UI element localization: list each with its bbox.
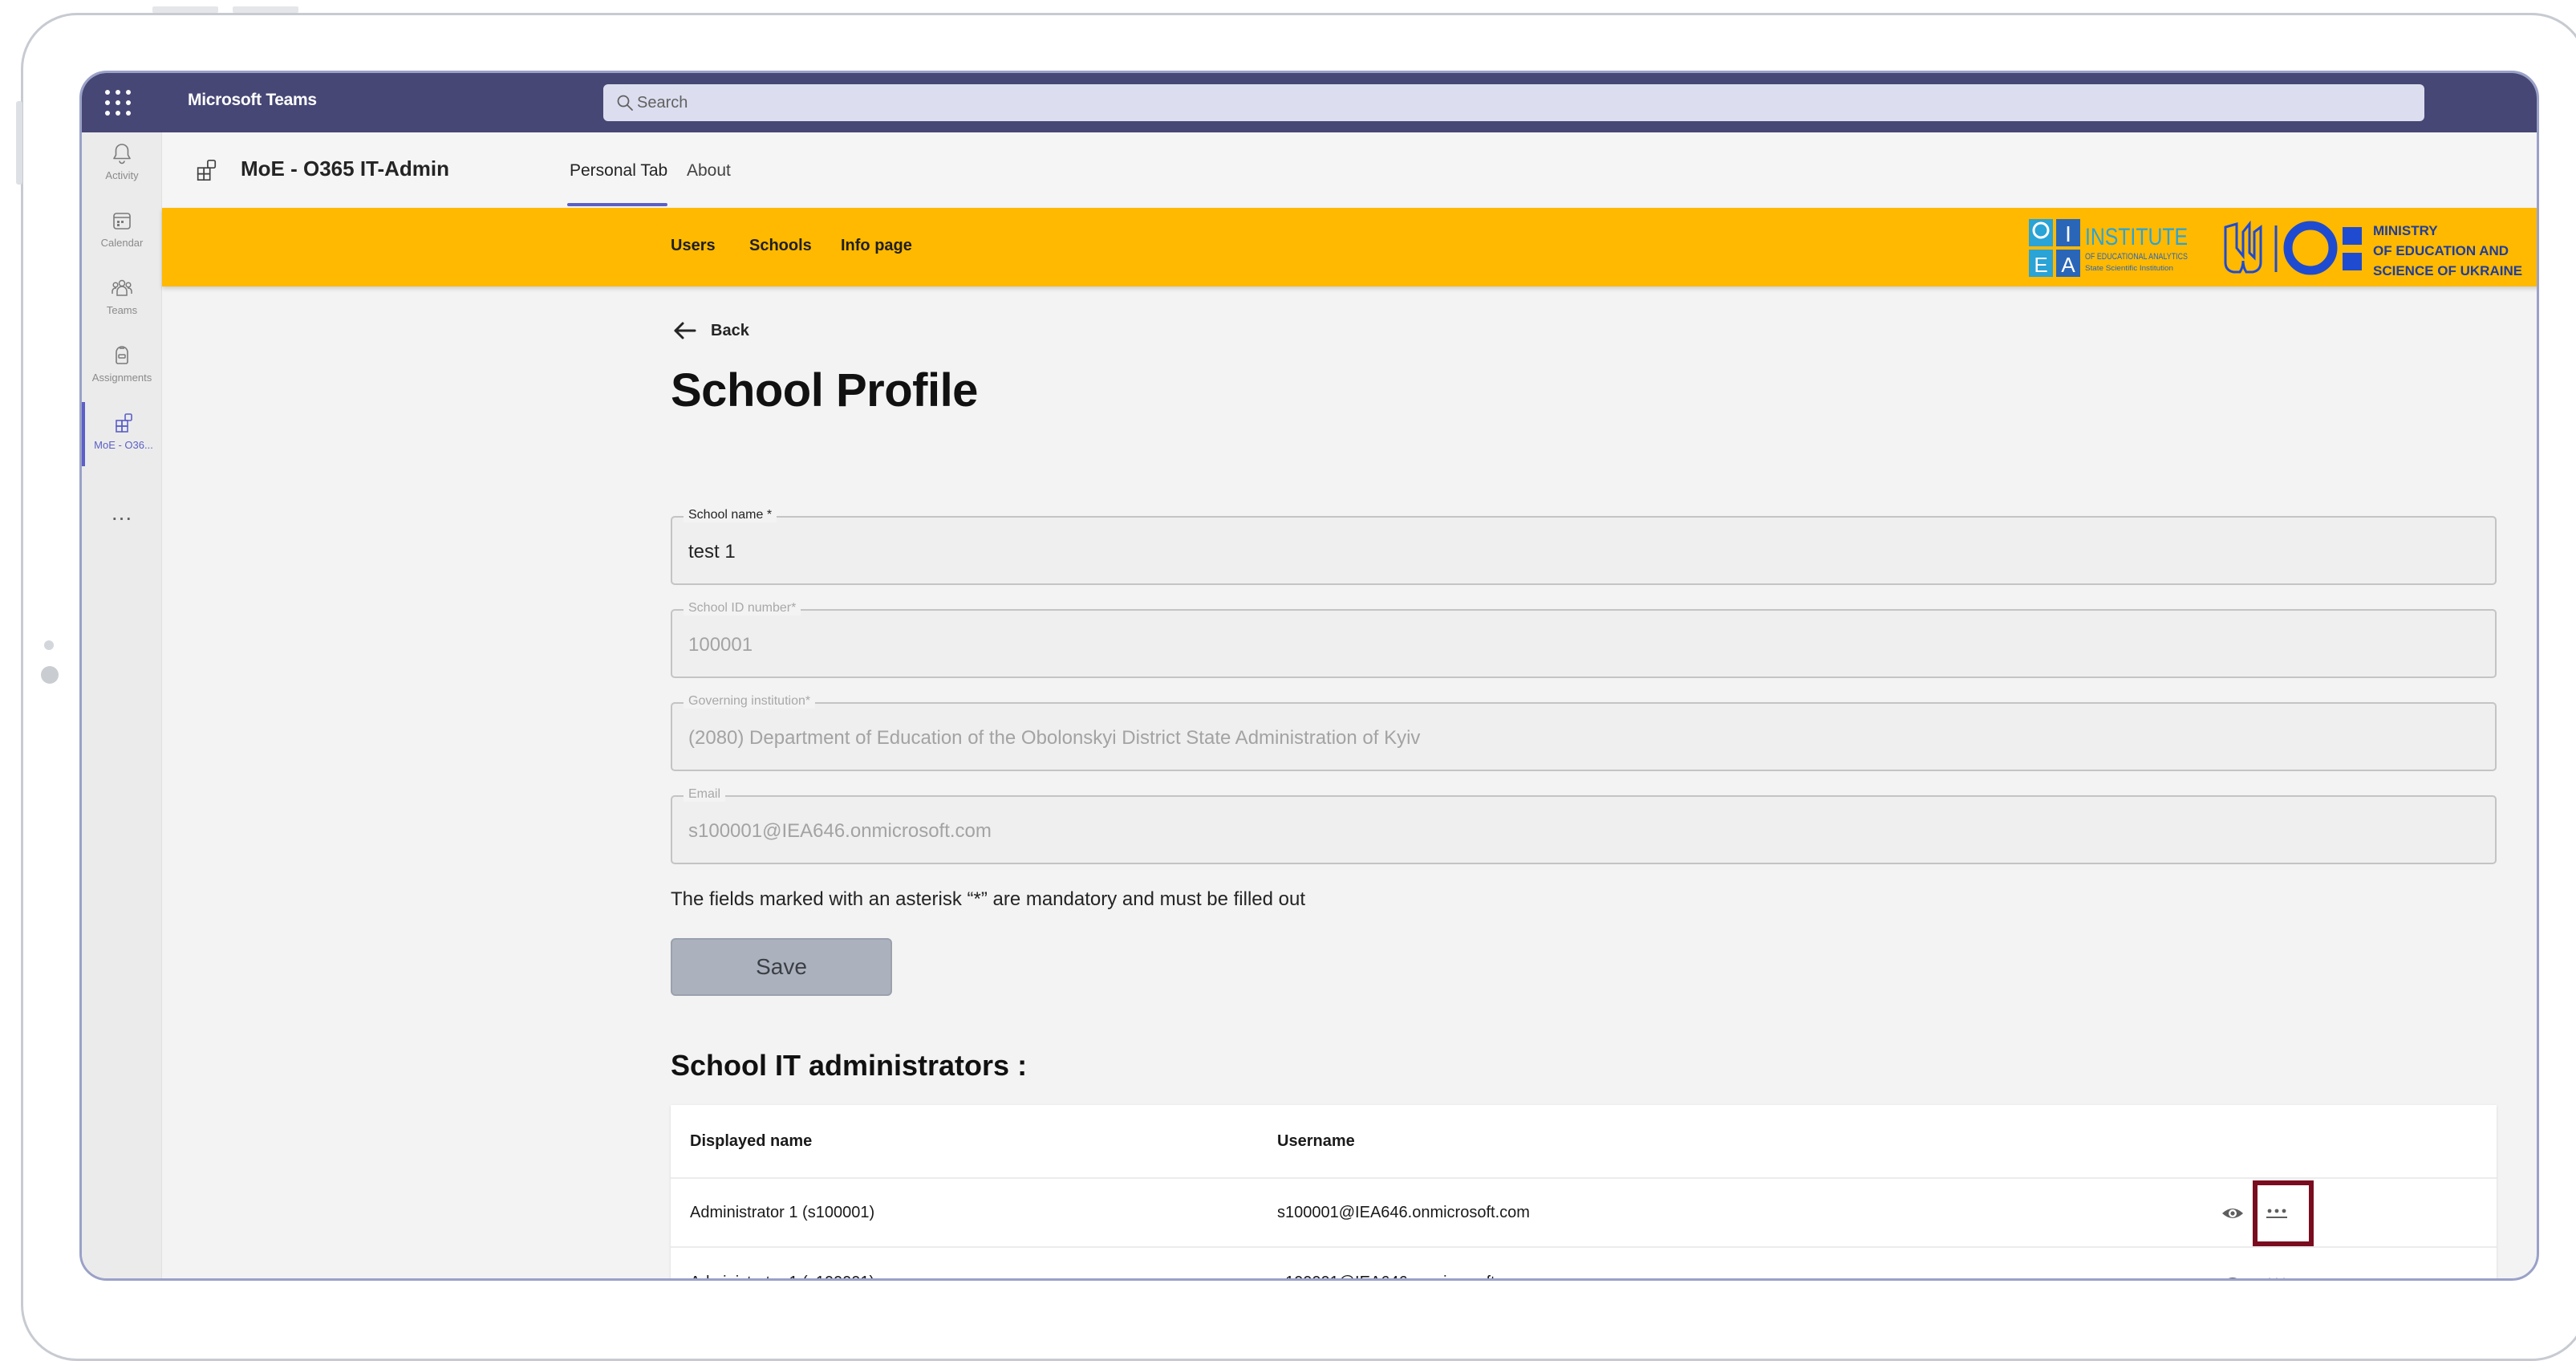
- email-field: Email: [671, 787, 2497, 864]
- rail-item-moe-app[interactable]: MoE - O36...: [82, 402, 162, 466]
- device-side-button: [16, 101, 22, 185]
- field-label: Email: [684, 787, 726, 802]
- search-box[interactable]: [603, 84, 2424, 121]
- teams-window: Microsoft Teams Activity Calendar Teams …: [79, 71, 2539, 1281]
- left-rail: Activity Calendar Teams Assignments MoE …: [82, 132, 162, 1278]
- admin-username: s100001@IEA646.onmicrosoft.com: [1277, 1203, 1530, 1221]
- school-name-input[interactable]: [688, 538, 2453, 566]
- teams-icon: [112, 279, 132, 296]
- teams-top-bar: Microsoft Teams: [82, 73, 2537, 132]
- admins-section-title: School IT administrators :: [671, 1049, 1028, 1082]
- more-options-icon[interactable]: [2262, 1270, 2291, 1281]
- app-title: MoE - O365 IT-Admin: [241, 156, 450, 181]
- school-id-input: [688, 632, 2453, 659]
- school-id-field: School ID number*: [671, 601, 2497, 678]
- eye-icon[interactable]: [2221, 1202, 2245, 1225]
- back-label: Back: [711, 321, 749, 339]
- highlight-box: [2253, 1180, 2314, 1246]
- ministry-logo: MINISTRY OF EDUCATION AND SCIENCE OF UKR…: [2224, 220, 2522, 278]
- tab-about[interactable]: About: [687, 161, 731, 181]
- device-button: [233, 6, 298, 13]
- tab-personal[interactable]: Personal Tab: [570, 161, 667, 181]
- active-tab-indicator: [567, 203, 667, 206]
- admins-table: Displayed name Username Administrator 1 …: [671, 1105, 2497, 1281]
- ministry-line-1: MINISTRY: [2373, 223, 2438, 238]
- app-grid-icon: [116, 413, 132, 433]
- iea-sub-text-2: State Scientific Institution: [2085, 264, 2173, 272]
- rail-item-assignments[interactable]: Assignments: [82, 335, 162, 399]
- email-input: [688, 818, 2453, 845]
- search-input[interactable]: [637, 84, 2402, 121]
- assignments-icon: [116, 346, 128, 364]
- admin-display-name: Administrator 1 (s100001): [690, 1248, 874, 1279]
- rail-item-teams[interactable]: Teams: [82, 267, 162, 331]
- governing-institution-field: Governing institution*: [671, 694, 2497, 771]
- iea-letter-i: I: [2065, 221, 2071, 246]
- admin-display-name: Administrator 1 (s100001): [690, 1203, 875, 1221]
- admin-username: s100001@IEA646.onmicrosoft.com: [1277, 1248, 1530, 1279]
- iea-letter-a: A: [2061, 253, 2075, 277]
- ministry-line-2: OF EDUCATION AND: [2373, 243, 2509, 258]
- app-grid-icon: [197, 159, 217, 181]
- rail-label: MoE - O36...: [94, 439, 153, 451]
- mandatory-note: The fields marked with an asterisk “*” a…: [671, 888, 1306, 910]
- table-row: Administrator 1 (s100001) s100001@IEA646…: [671, 1179, 2497, 1248]
- nav-info-page[interactable]: Info page: [841, 237, 912, 255]
- rail-item-calendar[interactable]: Calendar: [82, 200, 162, 264]
- device-sensor: [44, 640, 54, 650]
- arrow-left-icon: [674, 322, 696, 339]
- bell-icon: [113, 144, 131, 165]
- rail-label: Teams: [106, 304, 138, 316]
- rail-label: Assignments: [91, 372, 152, 384]
- table-row: Administrator 1 (s100001) s100001@IEA646…: [671, 1248, 2497, 1281]
- iea-institute-text: INSTITUTE: [2085, 224, 2188, 250]
- field-label: Governing institution*: [684, 694, 816, 709]
- calendar-icon: [113, 213, 131, 230]
- app-header: MoE - O365 IT-Admin Personal Tab About: [162, 132, 2537, 208]
- table-header-row: Displayed name Username: [671, 1105, 2497, 1179]
- iea-letter-e: E: [2034, 253, 2047, 277]
- app-launcher-icon[interactable]: [98, 84, 138, 121]
- rail-label: Activity: [105, 169, 139, 181]
- nav-schools[interactable]: Schools: [749, 237, 812, 255]
- school-name-field[interactable]: School name *: [671, 508, 2497, 585]
- iea-sub-text: OF EDUCATIONAL ANALYTICS: [2085, 252, 2188, 262]
- nav-users[interactable]: Users: [671, 237, 716, 255]
- row-actions: [2221, 1248, 2333, 1281]
- device-button: [152, 6, 218, 13]
- column-header-username: Username: [1277, 1131, 1355, 1150]
- page-title: School Profile: [671, 364, 978, 416]
- app-nav-band: Users Schools Info page I E A INSTITUTE …: [162, 208, 2537, 286]
- row-actions: [2221, 1179, 2333, 1246]
- column-header-displayed-name: Displayed name: [690, 1131, 813, 1150]
- eye-icon[interactable]: [2221, 1271, 2245, 1281]
- governing-institution-input: [688, 725, 2453, 752]
- field-label: School ID number*: [684, 601, 801, 615]
- rail-item-activity[interactable]: Activity: [82, 132, 162, 197]
- ministry-line-3: SCIENCE OF UKRAINE: [2373, 263, 2522, 278]
- back-button[interactable]: Back: [671, 317, 749, 344]
- main-content: Back School Profile School name * School…: [162, 286, 2537, 1281]
- iea-logo: I E A INSTITUTE OF EDUCATIONAL ANALYTICS…: [2029, 219, 2188, 277]
- app-name: Microsoft Teams: [188, 91, 317, 109]
- device-camera: [41, 666, 59, 684]
- search-icon: [617, 95, 633, 111]
- save-button[interactable]: Save: [671, 938, 892, 996]
- field-label: School name *: [684, 508, 777, 522]
- more-apps-icon[interactable]: ...: [82, 500, 162, 526]
- rail-label: Calendar: [100, 237, 144, 249]
